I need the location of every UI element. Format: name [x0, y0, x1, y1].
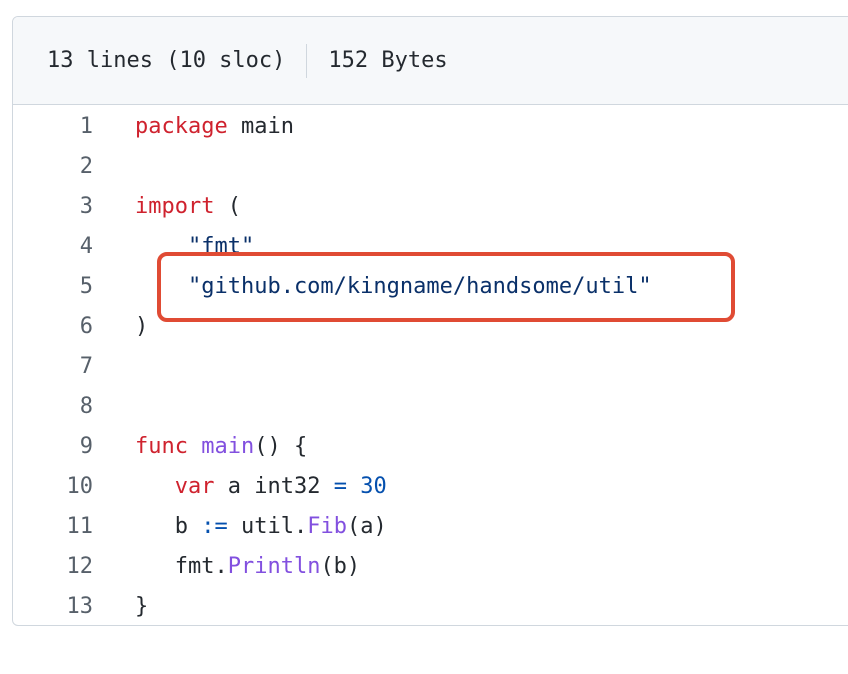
- highlight-annotation-box: [157, 252, 735, 322]
- code-line: 12 fmt.Println(b): [13, 547, 848, 587]
- code-text: fmt.Println(b): [135, 547, 360, 587]
- code-text: package main: [135, 107, 294, 147]
- code-token: package: [135, 114, 228, 139]
- code-token: Fib: [307, 514, 347, 539]
- code-text: func main() {: [135, 427, 307, 467]
- code-text: }: [135, 587, 149, 625]
- line-number[interactable]: 5: [33, 267, 93, 307]
- code-line: 2: [13, 147, 848, 187]
- code-token: main: [227, 114, 294, 139]
- line-number[interactable]: 3: [33, 187, 93, 227]
- code-token: Println: [227, 554, 321, 579]
- header-divider: [306, 43, 308, 78]
- code-token: (: [214, 194, 241, 219]
- code-token: :=: [201, 514, 228, 539]
- line-number[interactable]: 13: [33, 587, 94, 625]
- code-token: var: [174, 474, 215, 499]
- line-number[interactable]: 11: [33, 507, 94, 547]
- code-token: 30: [360, 474, 387, 499]
- code-token: a int32: [214, 474, 334, 499]
- code-line: 10 var a int32 = 30: [13, 467, 848, 507]
- code-token: =: [333, 474, 347, 499]
- line-number[interactable]: 1: [33, 107, 93, 147]
- code-text: b := util.Fib(a): [135, 507, 387, 547]
- code-line: 9 func main() {: [13, 427, 848, 467]
- code-token: fmt.: [135, 554, 228, 579]
- line-number[interactable]: 6: [33, 307, 93, 347]
- code-text: ): [135, 307, 148, 347]
- code-token: import: [135, 194, 215, 219]
- code-text: import (: [135, 187, 241, 227]
- code-token: func: [135, 434, 188, 459]
- line-number[interactable]: 10: [33, 467, 94, 507]
- line-number[interactable]: 12: [33, 547, 94, 587]
- file-size: 152 Bytes: [328, 48, 448, 73]
- code-token: ): [135, 314, 149, 339]
- line-count: 13 lines (10 sloc): [47, 48, 286, 73]
- line-number[interactable]: 7: [33, 347, 93, 387]
- line-number[interactable]: 8: [33, 387, 93, 427]
- line-number[interactable]: 4: [33, 227, 93, 267]
- code-token: b: [135, 514, 202, 539]
- code-token: () {: [254, 434, 308, 459]
- file-info-header: 13 lines (10 sloc) 152 Bytes: [13, 17, 848, 105]
- code-token: main: [201, 434, 255, 459]
- code-text: var a int32 = 30: [135, 467, 387, 507]
- code-token: util.: [227, 514, 308, 539]
- code-token: (b): [320, 554, 361, 579]
- code-line: 11 b := util.Fib(a): [13, 507, 848, 547]
- code-line: 7: [13, 347, 848, 387]
- code-line: 8: [13, 387, 848, 427]
- line-number[interactable]: 9: [33, 427, 93, 467]
- code-line: 3 import (: [13, 187, 848, 227]
- code-token: }: [135, 594, 149, 619]
- code-token: (a): [346, 514, 387, 539]
- line-number[interactable]: 2: [33, 147, 93, 187]
- code-line: 1 package main: [13, 107, 848, 147]
- code-line: 13}: [13, 587, 848, 625]
